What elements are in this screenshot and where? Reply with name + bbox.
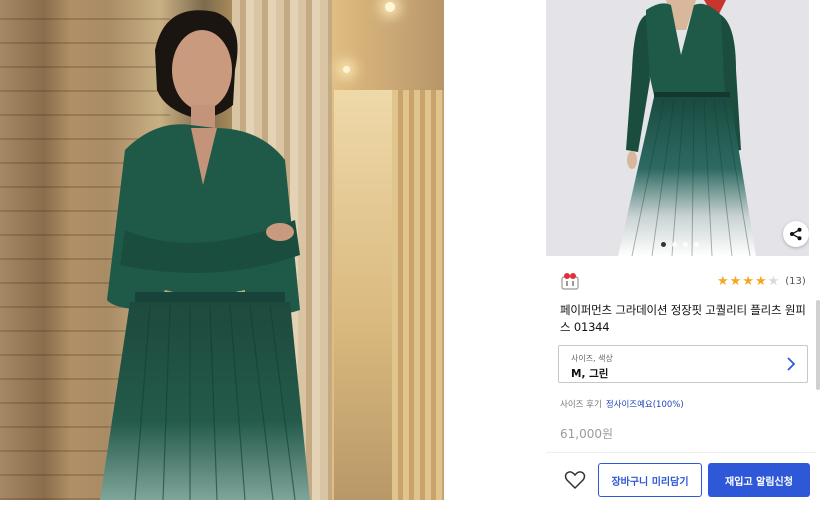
star-icon: ★ [717, 274, 729, 289]
heart-icon[interactable] [564, 470, 586, 490]
carousel-dot[interactable] [683, 242, 688, 247]
star-icon: ★ [729, 274, 742, 289]
cart-button[interactable]: 장바구니 미리담기 [598, 463, 702, 497]
size-review: 사이즈 후기 정사이즈예요(100%) [560, 398, 684, 410]
product-title: 페이퍼먼츠 그라데이션 정장핏 고퀄리티 플리츠 원피스 01344 [560, 303, 806, 334]
size-review-value: 정사이즈예요(100%) [605, 400, 684, 410]
share-icon [790, 227, 802, 241]
share-button[interactable] [783, 221, 809, 247]
ceiling-light [343, 66, 350, 73]
restock-alert-button[interactable]: 재입고 알림신청 [708, 463, 810, 497]
divider [546, 452, 816, 453]
curtain-right [392, 90, 444, 500]
carousel-dot[interactable] [694, 242, 699, 247]
scrollbar[interactable] [816, 300, 820, 390]
price: 61,000원 [560, 427, 614, 441]
star-icon: ★ [754, 274, 767, 289]
carousel-dot[interactable] [661, 242, 666, 247]
option-label: 사이즈, 색상 [571, 354, 613, 363]
product-image[interactable] [546, 0, 809, 256]
brand-logo-icon[interactable] [560, 272, 580, 290]
carousel-dot[interactable] [672, 242, 677, 247]
product-card: ★ ★ ★ ★ ★ (13) 페이퍼먼츠 그라데이션 정장핏 고퀄리티 플리츠 … [546, 0, 824, 510]
size-review-label: 사이즈 후기 [560, 400, 602, 410]
review-count: (13) [785, 276, 806, 287]
scene-photo [0, 0, 444, 500]
carousel-indicator [661, 242, 699, 247]
rating[interactable]: ★ ★ ★ ★ ★ (13) [717, 275, 806, 288]
dress-product-icon [546, 0, 809, 256]
option-selector[interactable]: 사이즈, 색상 M, 그린 [558, 345, 808, 383]
ceiling-light [385, 2, 395, 12]
star-icon: ★ [742, 274, 754, 289]
chevron-right-icon [787, 357, 796, 371]
option-value: M, 그린 [571, 368, 609, 380]
doorway [334, 90, 392, 500]
star-half-icon: ★ [767, 274, 780, 289]
woman-figure [100, 10, 310, 500]
